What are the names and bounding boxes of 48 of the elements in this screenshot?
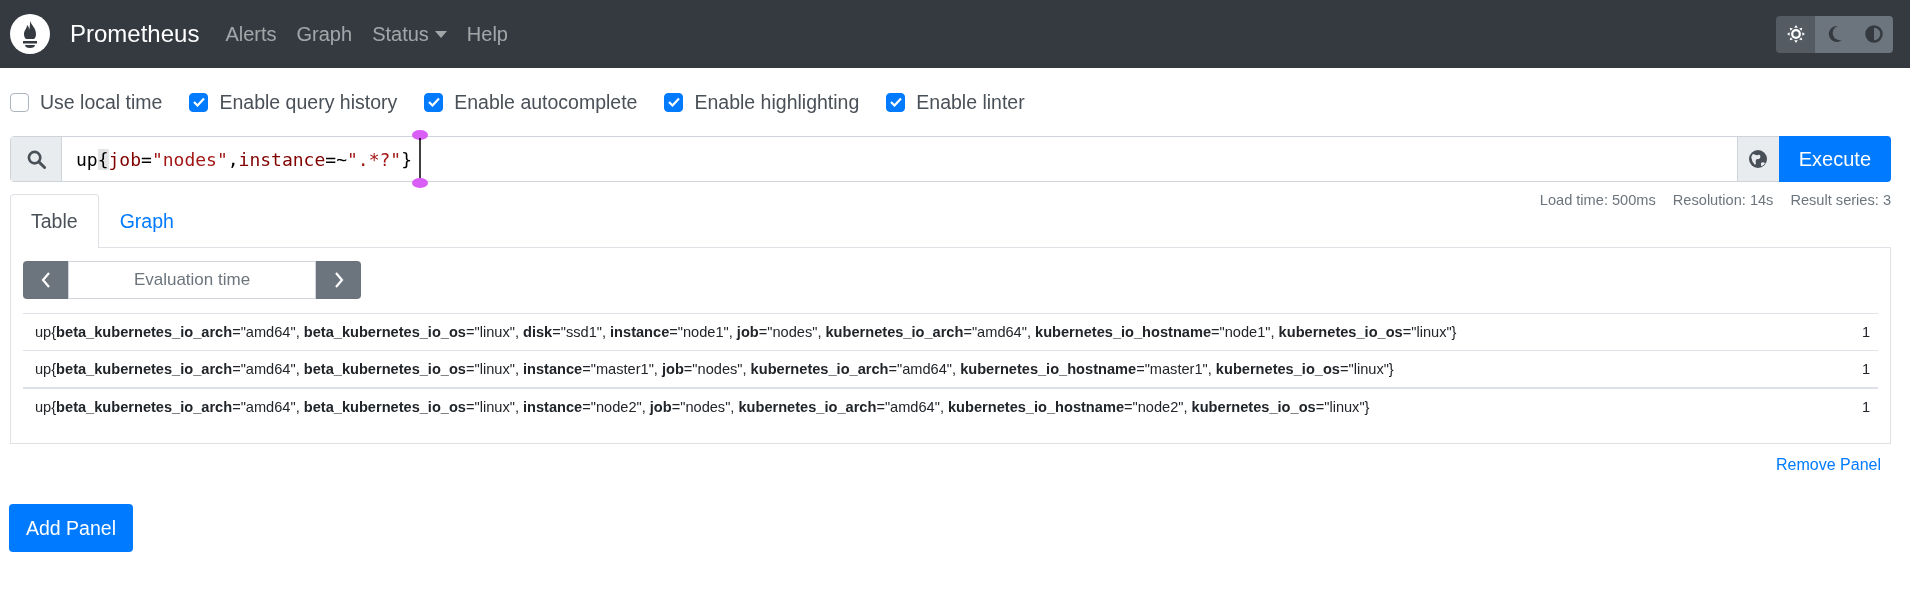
nav-link[interactable]: Help [456,22,518,46]
execute-button[interactable]: Execute [1778,136,1891,182]
checkbox[interactable] [10,92,29,112]
previous-button[interactable] [23,261,68,299]
checkbox-label: Enable linter [916,90,1025,114]
checkbox[interactable] [424,92,444,112]
contrast-icon [1864,25,1883,43]
metrics-explorer-button[interactable] [1736,137,1779,181]
tab[interactable]: Graph [98,194,195,248]
flame-logo-icon[interactable] [10,14,50,54]
cursor-handle-icon[interactable] [412,130,428,188]
chevron-icon [40,272,51,288]
checkmark-icon [667,97,680,107]
sun-icon [1786,25,1805,43]
checkbox-label: Enable autocomplete [454,90,638,114]
brand-link[interactable]: Prometheus [70,20,200,48]
nav-link[interactable]: Alerts [215,22,287,46]
remove-panel-link[interactable]: Remove Panel [1776,456,1881,474]
theme-button[interactable] [1776,15,1815,53]
query-stat: Load time: 500ms [1539,192,1656,209]
series-value: 1 [1861,399,1870,415]
series-label: up{beta_kubernetes_io_arch="amd64", beta_kubernetes_io_os="linux", instance="master1", job="nodes", kubernetes_io_arch="amd64", kubernetes_io_hostname="master1", kubernetes_io_os="linux"} [35,361,1395,377]
checkmark-icon [192,97,205,107]
checkbox[interactable] [886,92,906,112]
checkbox[interactable] [189,92,209,112]
next-button[interactable] [316,261,361,299]
add-panel-button[interactable]: Add Panel [9,504,133,552]
checkmark-icon [427,97,440,107]
moon-icon [1826,25,1843,43]
checkbox[interactable] [664,92,684,112]
evaluation-time-field[interactable]: Evaluation time [68,261,316,299]
nav-link[interactable]: Status [362,22,457,46]
query-input[interactable]: up{job="nodes",instance=~".*?"} [76,148,412,170]
chevron-icon [333,272,344,288]
search-icon [26,149,46,169]
globe-icon [1748,149,1769,169]
series-value: 1 [1861,324,1870,340]
series-label: up{beta_kubernetes_io_arch="amd64", beta_kubernetes_io_os="linux", instance="node2", job="nodes", kubernetes_io_arch="amd64", kubernetes_io_hostname="node2", kubernetes_io_os="linux"} [35,399,1371,415]
query-stat: Result series: 3 [1790,192,1891,209]
tab[interactable]: Table [10,194,99,248]
nav-link[interactable]: Graph [286,22,363,46]
checkbox-label: Enable query history [219,90,398,114]
checkbox-label: Use local time [40,90,163,114]
checkmark-icon [889,97,902,107]
query-stat: Resolution: 14s [1672,192,1774,209]
checkbox-label: Enable highlighting [694,90,860,114]
series-value: 1 [1861,361,1870,377]
series-label: up{beta_kubernetes_io_arch="amd64", beta_kubernetes_io_os="linux", disk="ssd1", instance="node1", job="nodes", kubernetes_io_arch="amd64", kubernetes_io_hostname="node1", kubernetes_io_os="linux"} [35,324,1458,340]
